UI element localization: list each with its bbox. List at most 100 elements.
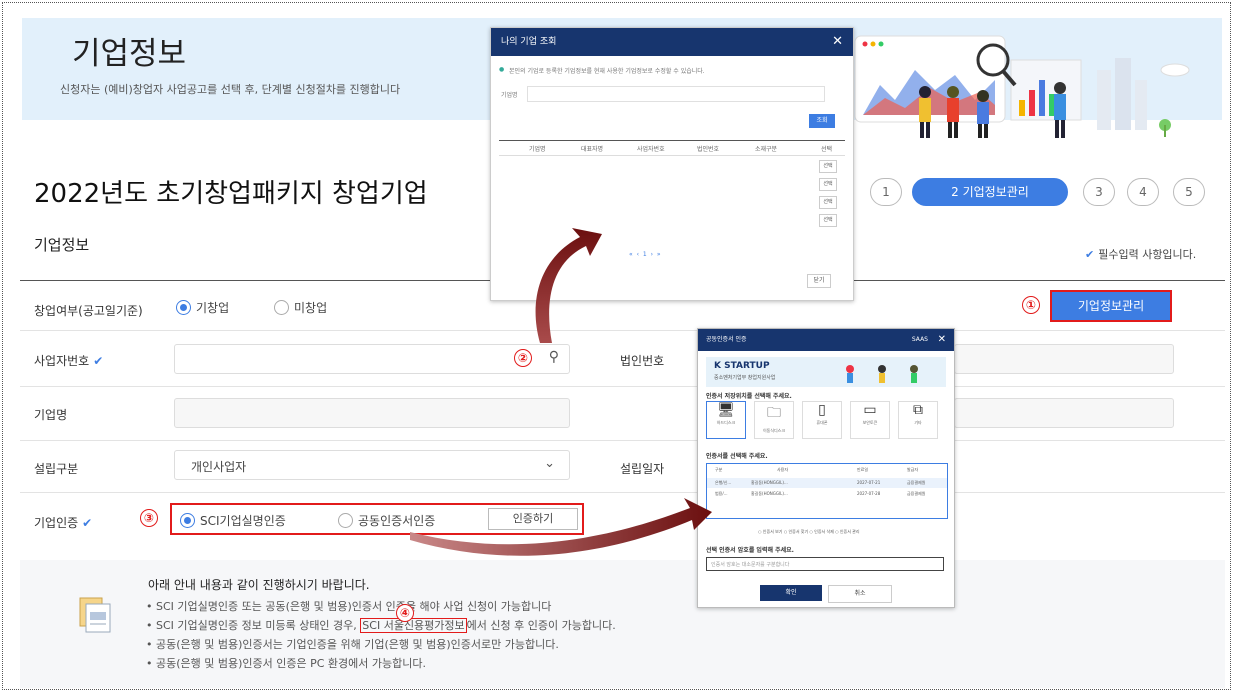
establishment-date-label: 설립일자 xyxy=(620,462,665,476)
check-icon: ✔ xyxy=(1085,248,1095,261)
popup-title-right: SAAS xyxy=(911,336,928,343)
device-label: 이동식디스크 xyxy=(762,428,786,433)
cell: 금융결제원 xyxy=(907,491,926,496)
column-header: 만료일 xyxy=(857,467,869,472)
search-button[interactable]: 조회 xyxy=(809,114,835,128)
business-number-input[interactable]: ⚲ xyxy=(174,344,570,374)
certify-button[interactable]: 인증하기 xyxy=(488,508,578,530)
popup-title: 공동인증서 인증 xyxy=(706,336,747,343)
column-header: 구분 xyxy=(715,467,723,472)
radio-dot xyxy=(274,300,289,315)
radio-joint-cert[interactable]: 공동인증서인증 xyxy=(338,512,435,529)
required-check-icon: ✔ xyxy=(93,354,104,368)
close-icon[interactable]: ✕ xyxy=(938,329,946,351)
confirm-button[interactable]: 확인 xyxy=(760,585,822,601)
callout-3: ③ xyxy=(140,509,158,527)
cell: 홍길동(HONGGIL)... xyxy=(751,491,788,496)
storage-token[interactable]: ▭ 보안토큰 xyxy=(850,401,890,439)
radio-pre-startup[interactable]: 미창업 xyxy=(274,299,327,316)
cell: 2027-07-21 xyxy=(857,480,881,485)
popup-title: 나의 기업 조회 xyxy=(501,37,557,47)
device-label: 기타 xyxy=(914,420,922,425)
device-label: 보안토큰 xyxy=(862,420,878,425)
company-name-extra-input[interactable] xyxy=(954,398,1174,428)
info-icon: ● xyxy=(499,66,505,73)
token-icon: ▭ xyxy=(863,402,877,418)
step-4[interactable]: 4 xyxy=(1127,178,1159,206)
step-5[interactable]: 5 xyxy=(1173,178,1205,206)
popup-titlebar: 나의 기업 조회 ✕ xyxy=(491,28,853,56)
business-number-label: 사업자번호 ✔ xyxy=(34,352,103,369)
notice-line-1: • SCI 기업실명인증 또는 공동(은행 및 범용)인증서 인증을 해야 사업… xyxy=(146,600,552,613)
phone-icon: ▯ xyxy=(818,402,826,418)
radio-label: SCI기업실명인증 xyxy=(200,514,286,528)
device-label: 하드디스크 xyxy=(716,420,736,425)
callout-4: ④ xyxy=(396,604,414,622)
select-row-button[interactable]: 선택 xyxy=(819,196,837,209)
select-row-button[interactable]: 선택 xyxy=(819,160,837,173)
popup-info-text: 본인의 기업로 등록한 기업정보를 현재 사용한 기업정보로 수정할 수 있습니… xyxy=(509,68,705,75)
company-name-input[interactable] xyxy=(174,398,570,428)
notice-line-2: • SCI 기업실명인증 정보 미등록 상태인 경우, SCI 서울신용평가정보… xyxy=(146,617,616,633)
cell: 금융결제원 xyxy=(907,480,926,485)
popup-close-button[interactable]: 닫기 xyxy=(807,274,831,288)
corp-number-input[interactable] xyxy=(954,344,1174,374)
search-icon[interactable]: ⚲ xyxy=(549,349,559,365)
pagination[interactable]: « ‹ 1 › » xyxy=(629,251,662,258)
close-icon[interactable]: ✕ xyxy=(832,28,843,56)
select-row-button[interactable]: 선택 xyxy=(819,178,837,191)
select-row-button[interactable]: 선택 xyxy=(819,214,837,227)
certificate-table: 구분 사용자 만료일 발급자 은행/신... 홍길동(HONGGIL)... 2… xyxy=(706,463,948,519)
radio-dot xyxy=(338,513,353,528)
notice-line-4: • 공동(은행 및 범용)인증서 인증은 PC 환경에서 가능합니다. xyxy=(146,657,426,670)
radio-dot-selected xyxy=(176,300,191,315)
column-header: 사업자번호 xyxy=(637,146,665,153)
radio-existing-startup[interactable]: 기창업 xyxy=(176,299,229,316)
hero-subtitle: 신청자는 (예비)창업자 사업공고를 선택 후, 단계별 신청절차를 진행합니다 xyxy=(60,83,401,96)
certificate-row-selected[interactable]: 은행/신... 홍길동(HONGGIL)... 2027-07-21 금융결제원 xyxy=(707,478,947,488)
chevron-down-icon: ⌄ xyxy=(544,456,555,471)
table-header: 기업명 대표자명 사업자번호 법인번호 소재구분 선택 xyxy=(499,140,845,156)
storage-other[interactable]: ⧉ 기타 xyxy=(898,401,938,439)
notice-line-2-text: • SCI 기업실명인증 정보 미등록 상태인 경우, xyxy=(146,619,357,632)
notice-line-2-tail: 에서 신청 후 인증이 가능합니다. xyxy=(466,619,616,632)
corp-number-label: 법인번호 xyxy=(620,354,665,368)
storage-removable[interactable]: 🗀 이동식디스크 xyxy=(754,401,794,439)
other-storage-icon: ⧉ xyxy=(913,402,923,418)
step-1[interactable]: 1 xyxy=(870,178,902,206)
step-2-company-info[interactable]: 2 기업정보관리 xyxy=(912,178,1068,206)
radio-sci-cert[interactable]: SCI기업실명인증 xyxy=(180,512,286,529)
storage-harddisk[interactable]: 🖥 하드디스크 xyxy=(706,401,746,439)
joint-certificate-popup: 공동인증서 인증 SAAS ✕ K STARTUP 중소벤처기업부 창업지원사업 인… xyxy=(697,328,955,608)
section-title: 기업정보 xyxy=(34,236,90,254)
establishment-type-select[interactable]: 개인사업자 ⌄ xyxy=(174,450,570,480)
sci-credit-link[interactable]: SCI 서울신용평가정보 xyxy=(360,618,467,633)
certificate-password-input[interactable]: 인증서 암호는 대소문자를 구분합니다 xyxy=(706,557,944,571)
radio-label: 기창업 xyxy=(196,301,230,315)
cell: 은행/신... xyxy=(715,480,732,485)
certificate-actions[interactable]: ○ 인증서 보기 ○ 인증서 찾기 ○ 인증서 삭제 ○ 인증서 관리 xyxy=(758,529,860,535)
required-note-text: 필수입력 사항입니다. xyxy=(1098,248,1197,261)
divider xyxy=(20,330,1225,331)
manage-company-info-button[interactable]: 기업정보관리 xyxy=(1050,290,1172,322)
startup-status-label: 창업여부(공고일기준) xyxy=(34,304,143,318)
device-label: 휴대폰 xyxy=(816,420,828,425)
step-3[interactable]: 3 xyxy=(1083,178,1115,206)
label-text: 기업인증 xyxy=(34,516,79,530)
column-header: 대표자명 xyxy=(581,146,604,153)
cancel-button[interactable]: 취소 xyxy=(828,585,892,603)
required-check-icon: ✔ xyxy=(82,516,93,530)
certificate-row[interactable]: 범용/... 홍길동(HONGGIL)... 2027-07-28 금융결제원 xyxy=(707,489,947,499)
document-icon xyxy=(79,597,111,633)
logo-subtitle: 중소벤처기업부 창업지원사업 xyxy=(714,375,776,381)
harddisk-icon: 🖥 xyxy=(717,402,735,418)
select-value: 개인사업자 xyxy=(191,460,247,474)
column-header: 사용자 xyxy=(777,467,789,472)
label-text: 사업자번호 xyxy=(34,354,90,368)
company-name-search-input[interactable] xyxy=(527,86,825,102)
password-label: 선택 인증서 암호를 입력해 주세요. xyxy=(706,547,794,554)
kstartup-banner: K STARTUP 중소벤처기업부 창업지원사업 xyxy=(706,357,946,387)
notice-line-3: • 공동(은행 및 범용)인증서는 기업인증을 위해 기업(은행 및 범용)인증… xyxy=(146,638,559,651)
popup-titlebar: 공동인증서 인증 SAAS ✕ xyxy=(698,329,954,351)
storage-phone[interactable]: ▯ 휴대폰 xyxy=(802,401,842,439)
